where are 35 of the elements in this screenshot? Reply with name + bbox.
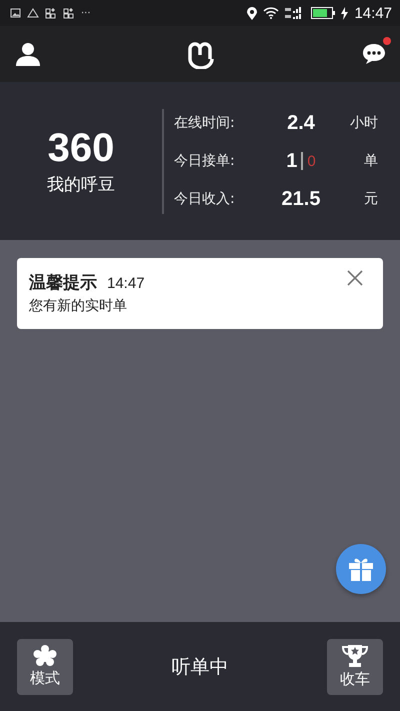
- stat-unit: 元: [363, 190, 378, 208]
- app-grid-icon: [45, 8, 57, 18]
- notice-time: 14:47: [107, 275, 145, 292]
- location-icon: [247, 6, 258, 20]
- trophy-icon: [342, 644, 368, 668]
- stat-unit: 单: [363, 152, 378, 170]
- stop-button[interactable]: 收车: [327, 638, 383, 694]
- listening-status: 听单中: [172, 654, 228, 680]
- profile-button[interactable]: [16, 42, 40, 66]
- warning-icon: [27, 8, 39, 18]
- points-value: 360: [48, 126, 114, 171]
- stat-label: 在线时间:: [174, 114, 236, 132]
- clock: 14:47: [354, 4, 392, 22]
- stat-value: 1: [286, 150, 298, 172]
- image-icon: [10, 8, 21, 18]
- gift-button[interactable]: [336, 544, 386, 594]
- battery-icon: [311, 7, 336, 19]
- charging-icon: [341, 6, 348, 20]
- notice-message: 您有新的实时单: [29, 297, 128, 315]
- stat-extra-value: 0: [307, 152, 316, 170]
- stat-unit: 小时: [349, 114, 378, 132]
- flower-icon: [33, 645, 57, 667]
- more-notifications: ···: [81, 8, 91, 18]
- messages-button[interactable]: [362, 37, 391, 65]
- stat-label: 今日收入:: [174, 190, 236, 208]
- wifi-icon: [263, 7, 280, 19]
- points-label: 我的呼豆: [47, 174, 115, 196]
- notice-title: 温馨提示: [29, 272, 97, 294]
- mode-button[interactable]: 模式: [17, 638, 73, 694]
- stat-label: 今日接单:: [174, 152, 236, 170]
- gift-icon: [348, 556, 374, 582]
- app-grid-icon: [63, 8, 75, 18]
- close-button[interactable]: [347, 270, 363, 286]
- stat-value: 2.4: [287, 112, 315, 134]
- stat-value: 21.5: [282, 188, 320, 210]
